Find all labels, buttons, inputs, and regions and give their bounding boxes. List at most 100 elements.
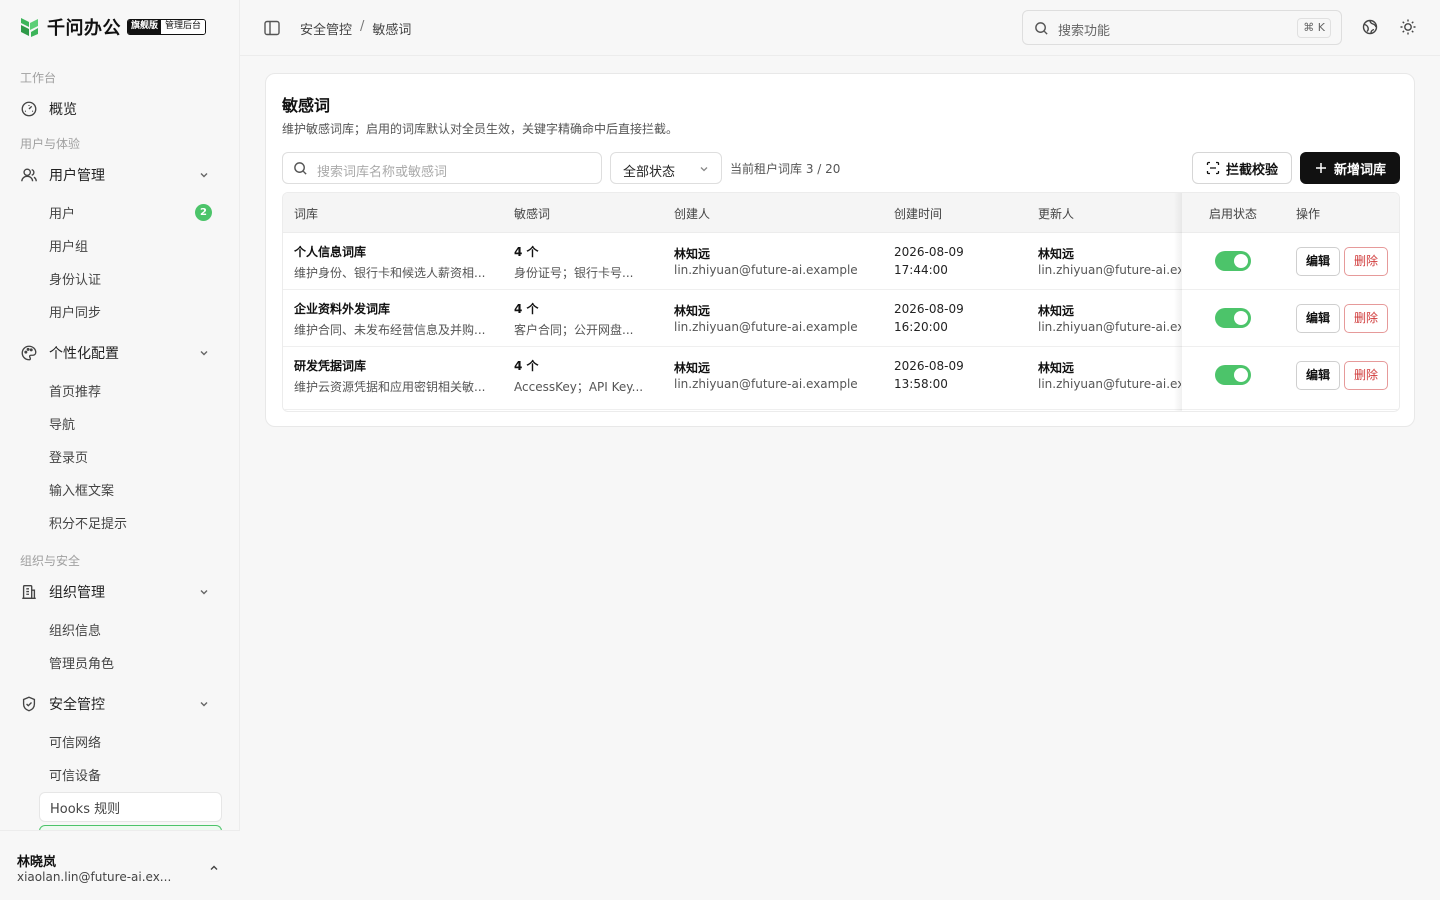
creator-name: 林知远	[674, 247, 711, 261]
library-search-placeholder: 搜索词库名称或敏感词	[317, 165, 448, 180]
palette-icon	[21, 345, 37, 361]
sidebar-item-admin-roles[interactable]: 管理员角色	[39, 647, 222, 677]
group-label-org-security: 组织与安全	[20, 554, 81, 568]
library-name[interactable]: 企业资料外发词库	[294, 300, 390, 317]
status-filter-select[interactable]: 全部状态	[610, 152, 722, 184]
table-row: 企业资料外发词库 维护合同、未发布经营信息及并购... 4 个 客户合同；公开网…	[283, 290, 1399, 347]
sidebar-item-hooks-rules[interactable]: Hooks 规则	[39, 792, 222, 822]
sidebar-item-label: 组织信息	[49, 623, 102, 639]
column-header-updater: 更新人	[1038, 207, 1075, 221]
sidebar-item-identity-auth[interactable]: 身份认证	[39, 263, 222, 293]
sidebar-item-navigation[interactable]: 导航	[39, 408, 222, 438]
edit-button[interactable]: 编辑	[1296, 361, 1340, 390]
sidebar-item-label: 导航	[49, 417, 76, 433]
chevron-down-icon	[700, 167, 708, 172]
sidebar-item-user-sync[interactable]: 用户同步	[39, 296, 222, 326]
sidebar-item-label: 用户管理	[49, 168, 105, 184]
sidebar-item-low-credit-tip[interactable]: 积分不足提示	[39, 507, 222, 537]
building-icon	[22, 585, 36, 599]
table-row: 个人信息词库 维护身份、银行卡和候选人薪资相... 4 个 身份证号；银行卡号.…	[283, 233, 1399, 290]
updater-email: lin.zhiyuan@future-ai.example	[1038, 263, 1181, 277]
library-name[interactable]: 研发凭据词库	[294, 357, 366, 374]
brand[interactable]: 千问办公 旗舰版 管理后台	[17, 14, 207, 40]
delete-button[interactable]: 删除	[1344, 247, 1388, 276]
shortcut-hint: ⌘ K	[1297, 18, 1331, 38]
enabled-toggle[interactable]	[1215, 308, 1251, 328]
chevron-down-icon	[200, 351, 208, 356]
search-placeholder: 搜索功能	[1058, 24, 1111, 39]
sidebar-item-login-page[interactable]: 登录页	[39, 441, 222, 471]
creator-email: lin.zhiyuan@future-ai.example	[674, 377, 858, 391]
sidebar-nav: 工作台 概览 用户与体验 用户管理 用户 2 用户组 身份认证 用户同步 个性化…	[0, 60, 240, 830]
user-icon	[21, 168, 37, 182]
sidebar-item-org-management[interactable]: 组织管理	[10, 576, 230, 608]
delete-button[interactable]: 删除	[1344, 304, 1388, 333]
toggle-knob	[1234, 254, 1248, 268]
gauge-icon	[21, 101, 37, 117]
edition-label: 旗舰版	[128, 20, 162, 34]
creator-email: lin.zhiyuan@future-ai.example	[674, 320, 858, 334]
sidebar-toggle-icon[interactable]	[263, 19, 281, 37]
plus-icon	[1315, 163, 1326, 173]
language-globe-icon[interactable]	[1361, 18, 1379, 36]
sidebar-item-label: 用户组	[49, 239, 89, 255]
group-label-workbench: 工作台	[20, 71, 57, 85]
enabled-toggle[interactable]	[1215, 365, 1251, 385]
add-library-label: 新增词库	[1333, 162, 1386, 178]
intercept-check-button[interactable]: 拦截校验	[1192, 152, 1292, 184]
library-search-input[interactable]: 搜索词库名称或敏感词	[282, 152, 602, 184]
status-filter-value: 全部状态	[623, 165, 676, 180]
sidebar-item-home-recommend[interactable]: 首页推荐	[39, 375, 222, 405]
page-title: 敏感词	[282, 96, 331, 115]
toggle-knob	[1234, 368, 1248, 382]
updater-name: 林知远	[1038, 361, 1075, 375]
updater-cell: 林知远 lin.zhiyuan@future-ai.example	[1038, 290, 1181, 347]
table-header: 词库 敏感词 创建人 创建时间 更新人 启用状态 操作	[283, 193, 1399, 233]
edit-button[interactable]: 编辑	[1296, 304, 1340, 333]
creator-name: 林知远	[674, 304, 711, 318]
sidebar-item-user-groups[interactable]: 用户组	[39, 230, 222, 260]
word-count: 4 个	[514, 302, 539, 316]
feature-search-input[interactable]: 搜索功能 ⌘ K	[1022, 10, 1342, 45]
brand-logo-icon	[21, 18, 38, 37]
sidebar-item-input-copy[interactable]: 输入框文案	[39, 474, 222, 504]
library-description: 维护身份、银行卡和候选人薪资相...	[294, 266, 486, 280]
enabled-toggle[interactable]	[1215, 251, 1251, 271]
created-date: 2026-08-09	[894, 359, 964, 373]
shield-icon	[22, 696, 36, 712]
table-row: 研发凭据词库 维护云资源凭据和应用密钥相关敏... 4 个 AccessKey；…	[283, 347, 1399, 410]
library-quota: 当前租户词库 3 / 20	[730, 162, 841, 176]
sidebar-item-user-management[interactable]: 用户管理	[10, 159, 230, 191]
add-library-button[interactable]: 新增词库	[1300, 152, 1400, 184]
library-description: 维护云资源凭据和应用密钥相关敏...	[294, 380, 486, 394]
delete-button[interactable]: 删除	[1344, 361, 1388, 390]
column-header-created-at: 创建时间	[894, 207, 943, 221]
sidebar-item-label: 个性化配置	[49, 346, 119, 362]
sidebar-item-overview[interactable]: 概览	[10, 93, 230, 125]
sidebar-item-label: 管理员角色	[49, 656, 115, 672]
account-menu[interactable]: 林晓岚 xiaolan.lin@future-ai.ex...	[0, 830, 240, 900]
sidebar-item-security-control[interactable]: 安全管控	[10, 688, 230, 720]
sun-theme-icon[interactable]	[1399, 18, 1417, 36]
sidebar-item-label: 可信设备	[49, 768, 102, 784]
sidebar-item-label: 用户同步	[49, 305, 102, 321]
breadcrumb-parent[interactable]: 安全管控	[300, 19, 352, 38]
sidebar-item-org-info[interactable]: 组织信息	[39, 614, 222, 644]
brand-name: 千问办公	[47, 18, 121, 39]
sidebar-item-users[interactable]: 用户 2	[39, 197, 222, 227]
page-description: 维护敏感词库；启用的词库默认对全员生效，关键字精确命中后直接拦截。	[282, 122, 679, 136]
word-count: 4 个	[514, 359, 539, 373]
sidebar-item-label: 积分不足提示	[49, 516, 128, 532]
account-name: 林晓岚	[17, 855, 57, 870]
sidebar-item-personalization[interactable]: 个性化配置	[10, 337, 230, 369]
column-header-library: 词库	[294, 207, 319, 221]
library-description: 维护合同、未发布经营信息及并购...	[294, 323, 486, 337]
library-name[interactable]: 个人信息词库	[294, 243, 366, 260]
sidebar-item-trusted-network[interactable]: 可信网络	[39, 726, 222, 756]
sidebar-item-trusted-device[interactable]: 可信设备	[39, 759, 222, 789]
sidebar-item-label: 可信网络	[49, 735, 102, 751]
word-preview: 客户合同；公开网盘...	[514, 323, 634, 337]
edit-button[interactable]: 编辑	[1296, 247, 1340, 276]
sidebar-item-label: 登录页	[49, 450, 89, 466]
sticky-column-shadow	[1174, 193, 1182, 411]
